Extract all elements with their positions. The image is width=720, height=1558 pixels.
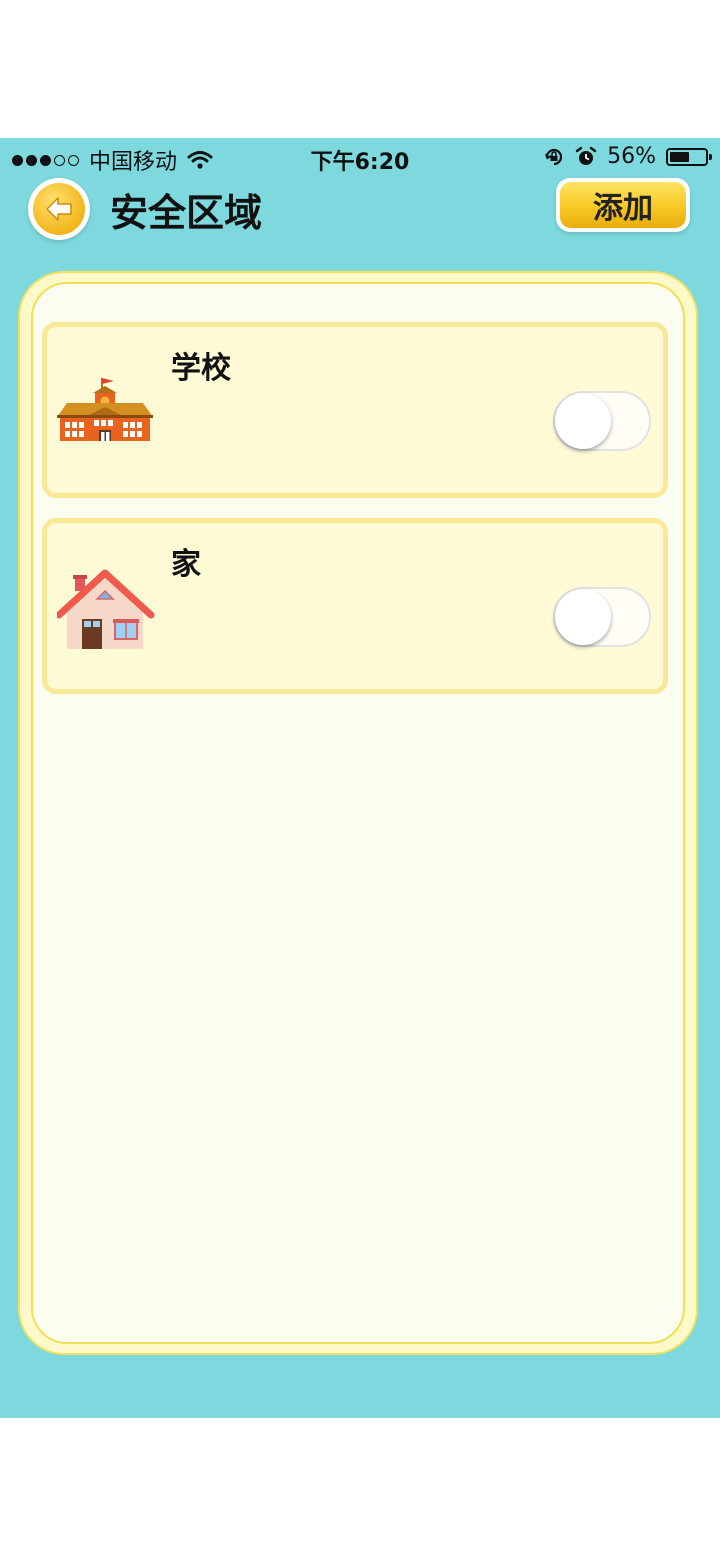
zone-card-school[interactable]: 学校 [42, 322, 668, 498]
add-button-label[interactable]: 添加 [560, 182, 686, 228]
toggle-knob[interactable] [555, 589, 611, 645]
zone-toggle-school[interactable] [553, 391, 651, 451]
school-icon [57, 378, 153, 441]
orientation-lock-icon [545, 148, 563, 165]
page-title: 安全区域 [110, 191, 263, 235]
back-button-face[interactable] [33, 183, 85, 235]
house-icon [57, 569, 155, 649]
battery-icon [666, 147, 712, 166]
battery-percent: 56% [607, 144, 656, 169]
app-screen: 中国移动 下午6:20 56% 安全区域 添加 学校 家 [0, 138, 720, 1418]
status-right: 56% [543, 144, 712, 169]
battery-level [670, 151, 689, 162]
status-bar: 中国移动 下午6:20 56% [0, 138, 720, 178]
zone-card-home[interactable]: 家 [42, 518, 668, 694]
zone-name: 家 [171, 547, 201, 582]
zone-name: 学校 [171, 351, 231, 386]
add-button[interactable]: 添加 [556, 178, 690, 232]
zone-toggle-home[interactable] [553, 587, 651, 647]
alarm-icon [575, 146, 597, 165]
toggle-knob[interactable] [555, 393, 611, 449]
back-button[interactable] [28, 178, 90, 240]
back-arrow-icon [46, 197, 72, 221]
